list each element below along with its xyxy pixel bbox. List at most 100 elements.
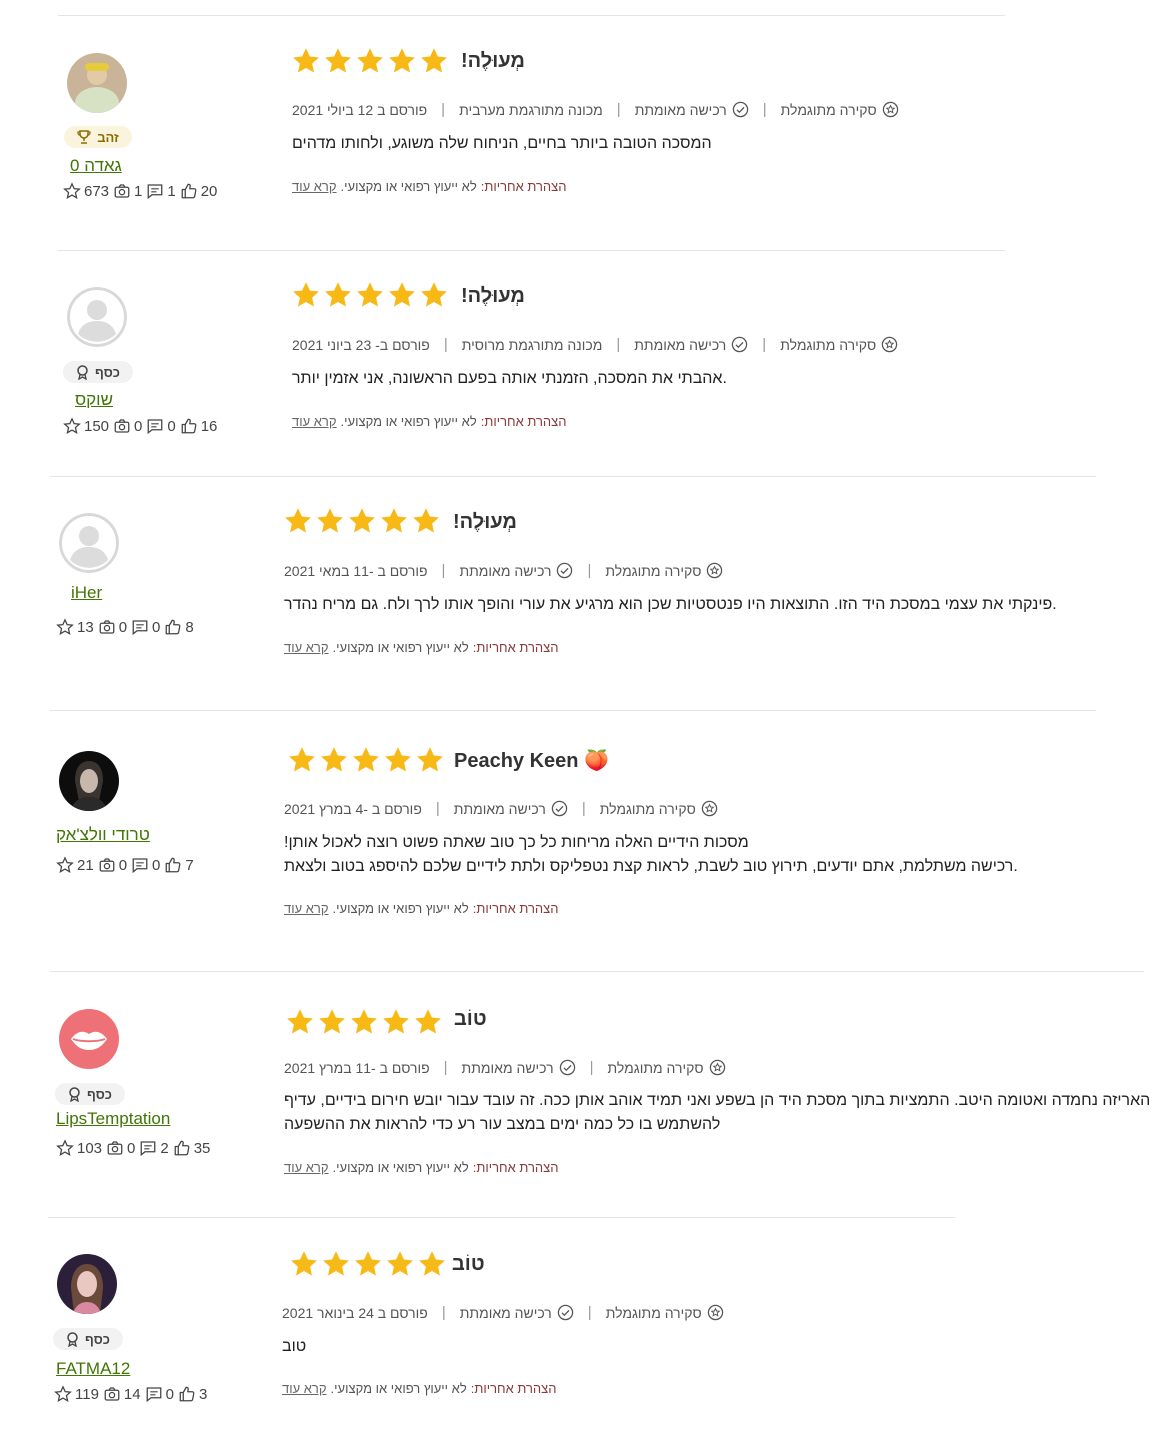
star-rating [283, 506, 441, 536]
stat-photos: 0 [134, 417, 143, 435]
star-icon [283, 506, 313, 536]
disclaimer-text: לא ייעוץ רפואי או מקצועי. [330, 1381, 467, 1396]
review-meta: סקירה מתוגמלת | רכישה מאומתת | פורסם ב -… [284, 562, 723, 579]
stat-stars: 150 [84, 417, 110, 435]
star-outline-icon [56, 856, 74, 874]
camera-icon [103, 1385, 121, 1403]
stat-comments: 2 [160, 1139, 169, 1157]
star-icon [291, 46, 321, 76]
read-more-link[interactable]: קרא עוד [292, 414, 337, 429]
review-title: טוֹב [452, 1253, 485, 1275]
stat-stars: 13 [77, 618, 94, 636]
review-meta: סקירה מתוגמלת | רכישה מאומתת | מכונה מתו… [292, 101, 899, 118]
star-icon [419, 46, 449, 76]
read-more-link[interactable]: קרא עוד [284, 1160, 329, 1175]
user-stats: 150 0 0 16 [63, 417, 217, 435]
thumbs-up-icon [173, 1139, 191, 1157]
avatar[interactable] [67, 287, 127, 347]
star-icon [387, 280, 417, 310]
separator: | [435, 800, 440, 817]
post-date: פורסם ב 24 בינואר 2021 [282, 1304, 428, 1321]
review-body: האריזה נחמדה ואטומה היטב. התמציות בתוך מ… [284, 1089, 1150, 1137]
star-icon [417, 1249, 447, 1279]
verified-purchase: רכישה מאומתת [635, 101, 749, 118]
comment-icon [146, 417, 164, 435]
username-link[interactable]: iHer [71, 583, 102, 603]
read-more-link[interactable]: קרא עוד [284, 640, 329, 655]
read-more-link[interactable]: קרא עוד [284, 901, 329, 916]
star-outline-icon [63, 182, 81, 200]
featured-icon [707, 1304, 724, 1321]
featured-icon [706, 562, 723, 579]
featured-icon [881, 336, 898, 353]
check-circle-icon [556, 562, 573, 579]
star-icon [349, 1007, 379, 1037]
divider [50, 710, 1096, 711]
avatar[interactable] [59, 751, 119, 811]
review-title: Peachy Keen 🍑 [454, 750, 609, 772]
camera-icon [98, 856, 116, 874]
disclaimer-label: הצהרת אחריות: [480, 179, 567, 194]
medal-icon [68, 1086, 81, 1102]
avatar[interactable] [59, 513, 119, 573]
star-icon [317, 1007, 347, 1037]
machine-translated: מכונה מתורגמת מרוסית [461, 336, 603, 353]
stat-photos: 14 [123, 1385, 141, 1403]
stat-photos: 0 [118, 618, 128, 636]
post-date: פורסם ב -11 במאי 2021 [284, 562, 428, 579]
disclaimer-text: לא ייעוץ רפואי או מקצועי. [332, 1160, 469, 1175]
badge-gold: זהב [64, 126, 132, 148]
review-body: המסכה הטובה ביותר בחיים, הניחוח שלה משוג… [292, 132, 712, 156]
separator: | [441, 562, 446, 579]
divider [50, 971, 1144, 972]
trophy-icon [77, 130, 91, 144]
star-rating [289, 1249, 447, 1279]
username-link[interactable]: שוקס [75, 390, 113, 410]
divider [58, 15, 1005, 16]
medal-icon [66, 1331, 79, 1347]
separator: | [762, 336, 767, 353]
star-outline-icon [56, 618, 74, 636]
star-icon [287, 745, 317, 775]
avatar[interactable] [57, 1254, 117, 1314]
separator: | [443, 1059, 448, 1076]
review-title: !מְעוּלֶה [461, 50, 525, 72]
review-text-line: .רכישה משתלמת, אתם יודעים, תירוץ טוב לשב… [284, 858, 1018, 875]
featured-review: סקירה מתוגמלת [606, 1304, 724, 1321]
separator: | [441, 1304, 446, 1321]
verified-purchase: רכישה מאומתת [454, 800, 568, 817]
post-date: פורסם ב -11 במרץ 2021 [284, 1059, 430, 1076]
stat-comments: 0 [152, 618, 161, 636]
badge-label: זהב [97, 129, 119, 145]
star-rating [291, 46, 449, 76]
avatar[interactable] [59, 1009, 119, 1069]
featured-review: סקירה מתוגמלת [605, 562, 723, 579]
stat-likes: 8 [185, 618, 194, 636]
check-circle-icon [551, 800, 568, 817]
verified-purchase: רכישה מאומתת [459, 562, 573, 579]
disclaimer: הצהרת אחריות: לא ייעוץ רפואי או מקצועי. … [284, 901, 558, 916]
username-link[interactable]: גאדה 0 [70, 156, 122, 176]
username-link[interactable]: FATMA12 [56, 1359, 130, 1379]
star-icon [323, 280, 353, 310]
verified-purchase: רכישה מאומתת [634, 336, 748, 353]
username-link[interactable]: LipsTemptation [56, 1109, 170, 1129]
review-meta: סקירה מתוגמלת | רכישה מאומתת | פורסם ב -… [284, 800, 718, 817]
divider [48, 1217, 955, 1218]
separator: | [581, 800, 586, 817]
disclaimer-label: הצהרת אחריות: [470, 1381, 557, 1396]
user-stats: 21 0 0 7 [56, 856, 194, 874]
username-link[interactable]: טרודי וולצ'אק [56, 825, 150, 845]
comment-icon [139, 1139, 157, 1157]
check-circle-icon [557, 1304, 574, 1321]
read-more-link[interactable]: קרא עוד [292, 179, 337, 194]
avatar[interactable] [67, 53, 127, 113]
star-icon [347, 506, 377, 536]
star-icon [319, 745, 349, 775]
review-text-line: האריזה נחמדה ואטומה היטב. התמציות בתוך מ… [284, 1092, 1151, 1109]
thumbs-up-icon [164, 856, 182, 874]
post-date: פורסם ב- 23 ביוני 2021 [292, 336, 430, 353]
disclaimer: הצהרת אחריות: לא ייעוץ רפואי או מקצועי. … [284, 1160, 558, 1175]
comment-icon [131, 618, 149, 636]
read-more-link[interactable]: קרא עוד [282, 1381, 327, 1396]
